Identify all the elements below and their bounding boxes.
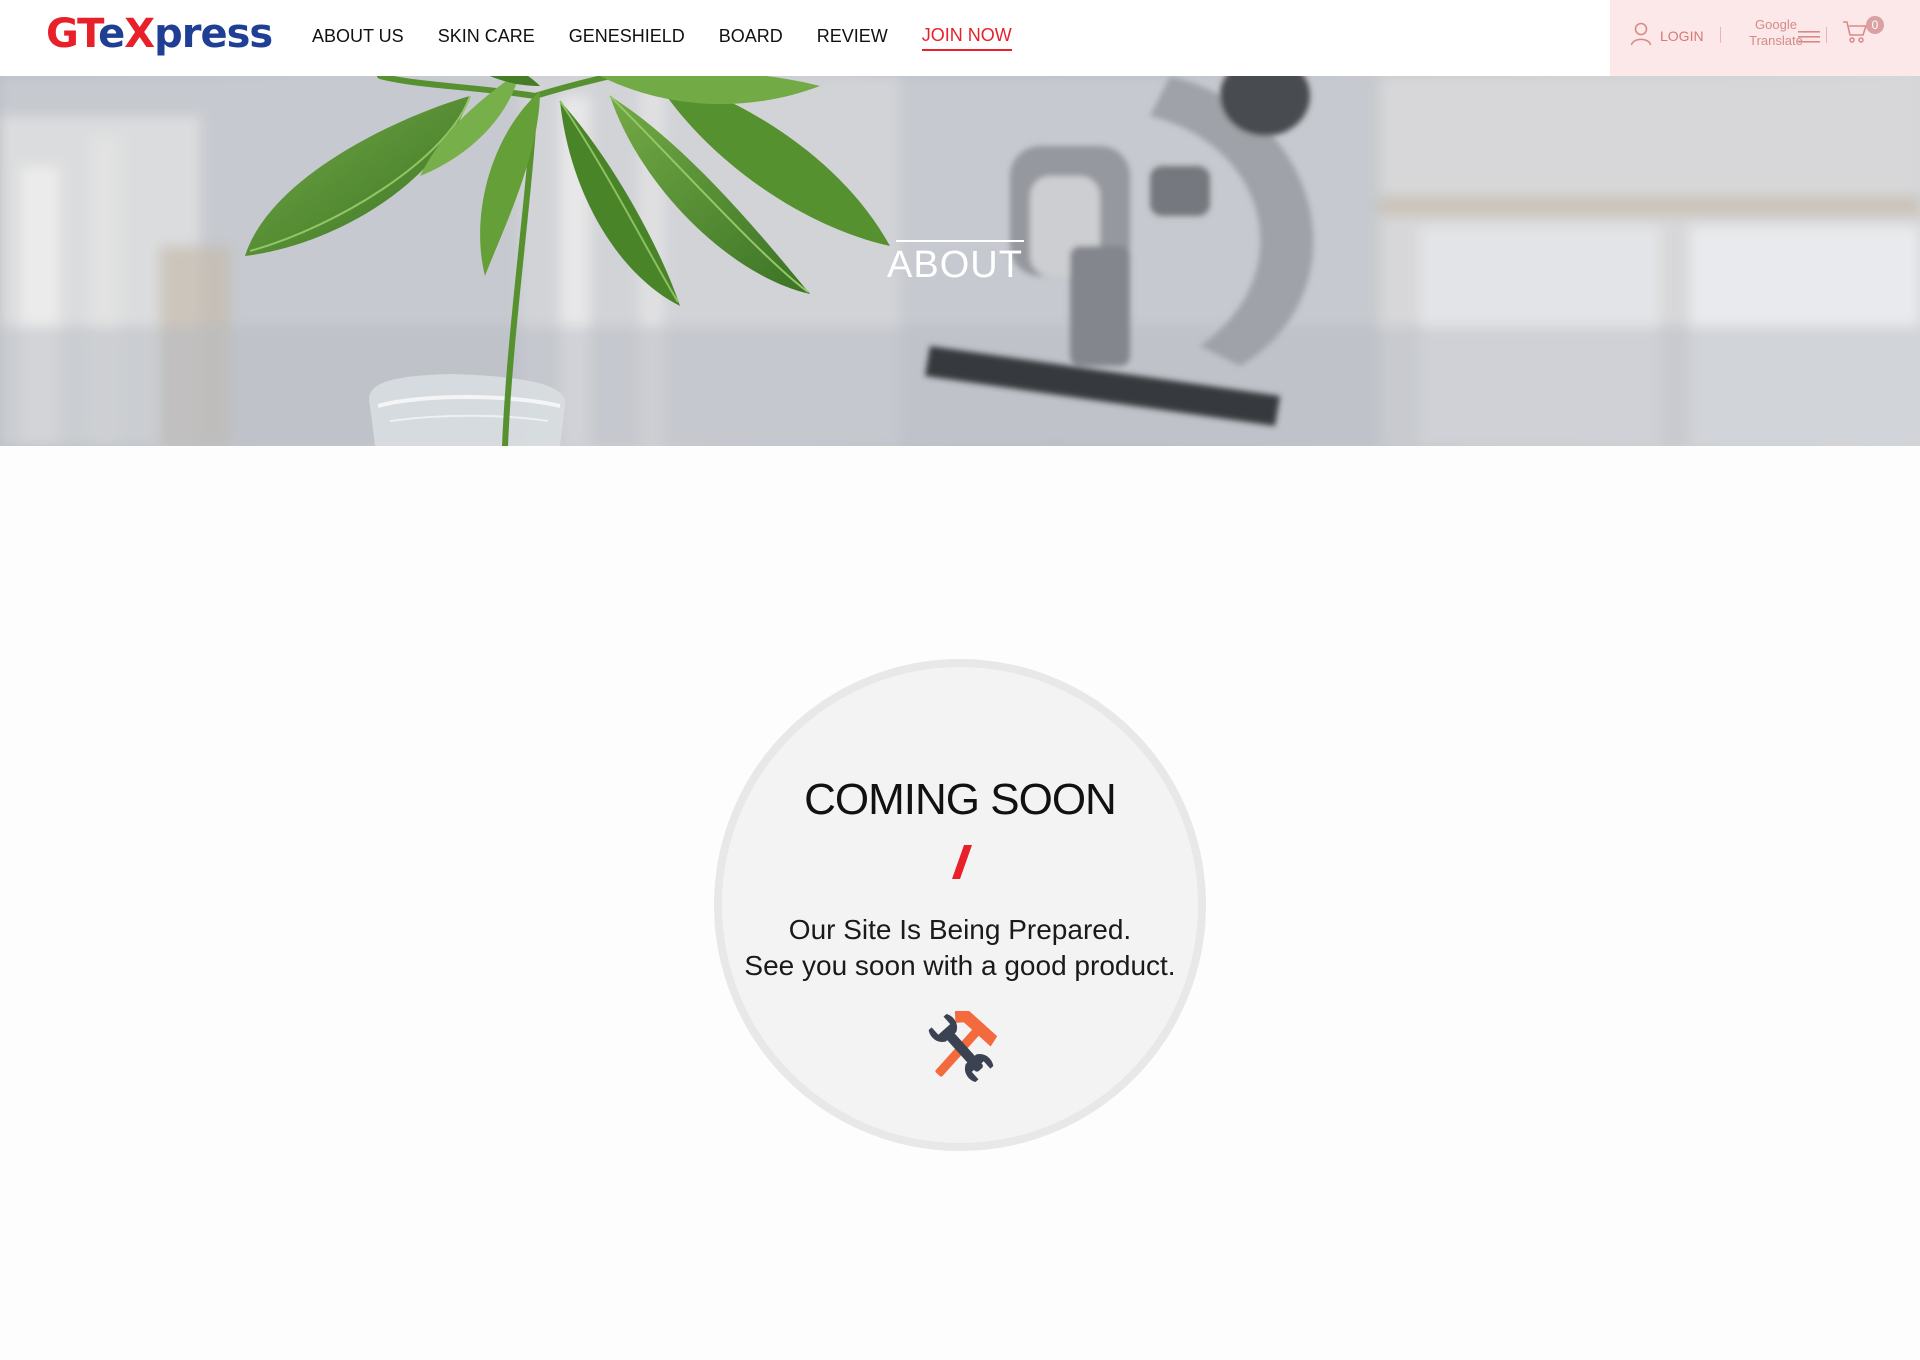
logo-part-e: e <box>98 11 125 57</box>
logo-part-x: X <box>124 11 155 57</box>
utility-bar: LOGIN Google Translate 0 <box>1610 0 1920 76</box>
coming-soon-line1: Our Site Is Being Prepared. <box>788 914 1132 945</box>
hero-title: ABOUT <box>887 244 1023 286</box>
nav-item-about-us[interactable]: ABOUT US <box>312 26 404 50</box>
coming-soon-panel: COMING SOON Our Site Is Being Prepared. … <box>714 659 1206 1151</box>
site-header: GTeXpress ABOUT US SKIN CARE GENESHIELD … <box>0 0 1920 76</box>
nav-item-skin-care[interactable]: SKIN CARE <box>438 26 535 50</box>
hero-title-divider <box>896 240 1024 242</box>
coming-soon-message: Our Site Is Being Prepared. See you soon… <box>722 912 1198 984</box>
nav-item-review[interactable]: REVIEW <box>817 26 888 50</box>
logo[interactable]: GTeXpress <box>46 11 273 57</box>
hero-title-wrap: ABOUT <box>0 76 1920 446</box>
nav-item-join-now[interactable]: JOIN NOW <box>921 25 1012 51</box>
login-button[interactable]: LOGIN <box>1630 22 1704 49</box>
accent-slash-icon <box>952 845 972 879</box>
coming-soon-line2: See you soon with a good product. <box>744 950 1176 981</box>
logo-part-press: press <box>154 11 273 57</box>
user-icon <box>1630 22 1652 49</box>
main-nav: ABOUT US SKIN CARE GENESHIELD BOARD REVI… <box>312 0 1046 76</box>
menu-icon[interactable] <box>1798 30 1820 48</box>
cart-count-badge: 0 <box>1866 16 1884 34</box>
coming-soon-title: COMING SOON <box>804 775 1117 824</box>
tools-icon <box>928 1011 998 1083</box>
divider <box>1720 27 1721 43</box>
nav-item-geneshield[interactable]: GENESHIELD <box>569 26 685 50</box>
cart-icon[interactable] <box>1842 20 1868 49</box>
logo-part-gt: GT <box>46 11 99 57</box>
nav-item-board[interactable]: BOARD <box>719 26 783 50</box>
hero-banner: ABOUT <box>0 76 1920 446</box>
divider <box>1826 27 1827 43</box>
login-label: LOGIN <box>1660 27 1704 44</box>
